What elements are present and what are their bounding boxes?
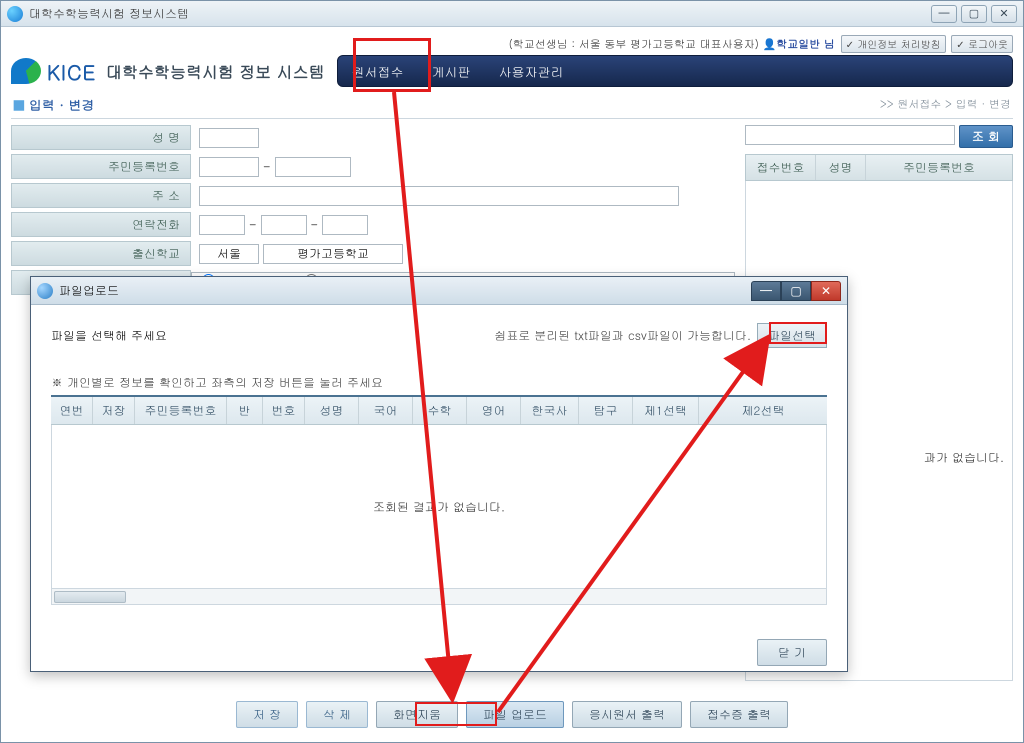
upload-modal: 파일업로드 ━ ▢ ✕ 파일을 선택해 주세요 쉼표로 분리된 txt파일과 c… [30,276,848,672]
maximize-button[interactable]: ▢ [961,5,987,23]
name-field[interactable] [199,128,259,148]
address-field[interactable] [199,186,679,206]
label-phone: 연락전화 [11,212,191,237]
school-name: 학교일반 님 [776,37,835,52]
grid-horizontal-scrollbar[interactable] [51,589,827,605]
nav-users[interactable]: 사용자관리 [499,62,564,81]
label-addr: 주 소 [11,183,191,208]
gcol-seq: 연번 [51,397,93,424]
modal-app-icon [37,283,53,299]
logo-icon [11,58,41,84]
gcol-english: 영어 [467,397,521,424]
school-name-field: 평가고등학교 [263,244,403,264]
modal-select-label: 파일을 선택해 주세요 [51,327,167,344]
sidecol-rrn: 주민등록번호 [866,155,1012,180]
clear-button[interactable]: 화면지움 [376,701,458,728]
navbar: 원서접수 게시판 사용자관리 [337,55,1013,87]
close-button[interactable]: ✕ [991,5,1017,23]
side-no-result: 과가 없습니다. [924,449,1004,466]
gcol-rrn: 주민등록번호 [135,397,227,424]
modal-titlebar: 파일업로드 ━ ▢ ✕ [31,277,847,305]
user-label: (학교선생님 : 서울 동부 평가고등학교 대표사용자) [509,37,759,52]
sidecol-name: 성명 [816,155,866,180]
user-info-line: (학교선생님 : 서울 동부 평가고등학교 대표사용자) 👤학교일반 님 ✓ 개… [11,35,1013,55]
grid-body: 조회된 결과가 없습니다. [51,425,827,589]
gcol-choice2: 제2선택 [699,397,827,424]
save-button[interactable]: 저 장 [236,701,298,728]
gcol-math: 수학 [413,397,467,424]
query-button[interactable]: 조 회 [959,125,1013,148]
breadcrumb: >> 원서접수 > 입력 · 변경 [880,97,1011,112]
gcol-class: 반 [227,397,263,424]
gcol-num: 번호 [263,397,305,424]
gcol-explore: 탐구 [579,397,633,424]
label-name: 성 명 [11,125,191,150]
gcol-history: 한국사 [521,397,579,424]
gcol-korean: 국어 [359,397,413,424]
logo-text: KICE [47,57,96,86]
rrn-field-1[interactable] [199,157,259,177]
modal-hint: 쉼표로 분리된 txt파일과 csv파일이 가능합니다. [494,327,751,344]
window-title: 대학수학능력시험 정보시스템 [29,5,189,22]
modal-close-button[interactable]: ✕ [811,281,841,301]
app-icon [7,6,23,22]
modal-maximize-button[interactable]: ▢ [781,281,811,301]
phone-field-2[interactable] [261,215,307,235]
grid-no-result: 조회된 결과가 없습니다. [373,498,505,515]
privacy-button[interactable]: ✓ 개인정보 처리방침 [841,35,946,53]
minimize-button[interactable]: ━ [931,5,957,23]
titlebar: 대학수학능력시험 정보시스템 ━ ▢ ✕ [1,1,1023,27]
print-receipt-button[interactable]: 접수증 출력 [690,701,788,728]
nav-application[interactable]: 원서접수 [352,62,404,81]
file-select-button[interactable]: 파일선택 [757,323,827,348]
label-school: 출신학교 [11,241,191,266]
modal-minimize-button[interactable]: ━ [751,281,781,301]
page-title: ■ 입력 · 변경 [13,95,94,114]
grid-header: 연번 저장 주민등록번호 반 번호 성명 국어 수학 영어 한국사 탐구 제1선… [51,395,827,425]
phone-field-1[interactable] [199,215,245,235]
sidecol-receipt: 접수번호 [746,155,816,180]
side-search-field[interactable] [745,125,955,145]
label-rrn: 주민등록번호 [11,154,191,179]
gcol-name: 성명 [305,397,359,424]
phone-field-3[interactable] [322,215,368,235]
school-city: 서울 [199,244,259,264]
rrn-field-2[interactable] [275,157,351,177]
modal-title: 파일업로드 [59,282,119,299]
nav-board[interactable]: 게시판 [432,62,471,81]
modal-note: ※ 개인별로 정보를 확인하고 좌측의 저장 버튼을 눌러 주세요 [51,374,827,391]
file-upload-button[interactable]: 파일 업로드 [466,701,564,728]
delete-button[interactable]: 삭 제 [306,701,368,728]
logo-subtitle: 대학수학능력시험 정보 시스템 [106,60,325,83]
print-application-button[interactable]: 응시원서 출력 [572,701,682,728]
logout-button[interactable]: ✓ 로그아웃 [951,35,1013,53]
gcol-choice1: 제1선택 [633,397,699,424]
gcol-save: 저장 [93,397,135,424]
logo: KICE 대학수학능력시험 정보 시스템 [11,57,325,86]
modal-close-footer-button[interactable]: 닫 기 [757,639,827,666]
side-table-header: 접수번호 성명 주민등록번호 [745,154,1013,181]
